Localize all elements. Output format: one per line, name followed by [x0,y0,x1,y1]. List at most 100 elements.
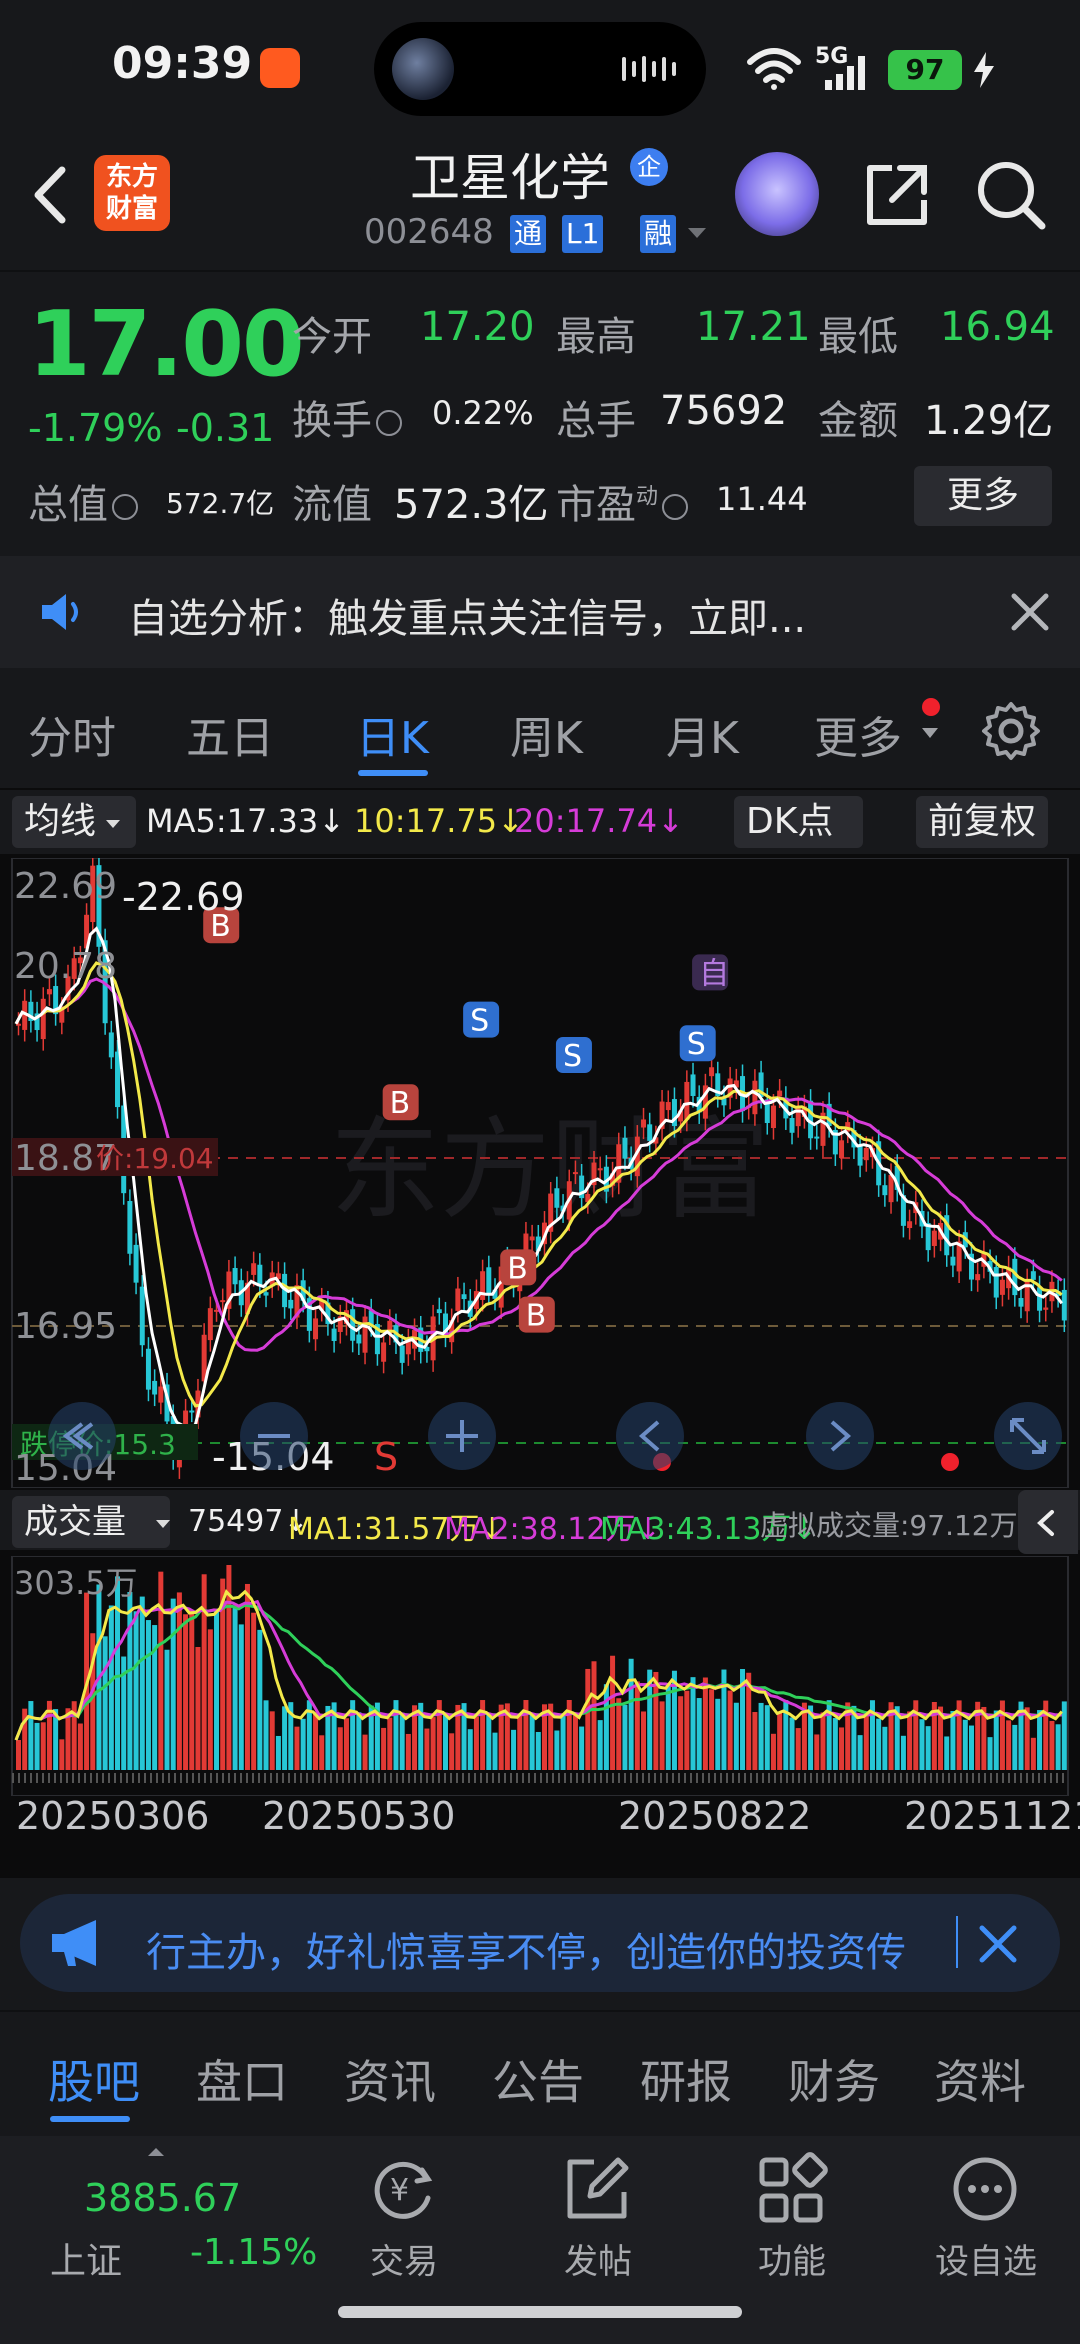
index-value[interactable]: 3885.67 [84,2176,241,2220]
share-button[interactable] [862,160,932,230]
volume-bar [925,1726,931,1770]
dropdown-arrow-icon [922,728,938,738]
gear-icon[interactable] [980,700,1042,762]
trade-icon[interactable]: ¥ [366,2152,440,2226]
volume-bar [987,1737,993,1770]
axis-label-top: 22.69 [14,866,117,907]
ma10-value: 10:17.75↓ [354,802,524,840]
volume-bar [139,1596,145,1770]
tab-five-day[interactable]: 五日 [186,702,274,766]
more-quote-button[interactable]: 更多 [914,466,1052,526]
candle-body [313,1318,319,1340]
candle-body [152,1380,158,1395]
candle-body [207,1308,213,1341]
candle-body [641,1119,647,1128]
volume-bar [424,1728,430,1770]
divider [0,270,1080,272]
open-value: 17.20 [420,304,535,350]
volume-bar [300,1718,306,1770]
level1-tag: L1 [562,215,604,253]
volume-indicator-select[interactable]: 成交量 [12,1496,170,1548]
axis-label-upper: 20.78 [14,946,117,987]
volume-bar [201,1574,207,1770]
tab-research[interactable]: 研报 [640,2046,732,2112]
apps-grid-icon[interactable] [754,2152,828,2226]
nav-post-label[interactable]: 发帖 [538,2234,658,2283]
nav-trade-label[interactable]: 交易 [344,2234,464,2283]
candle-body [709,1067,715,1077]
tab-intraday[interactable]: 分时 [28,702,116,766]
pe-value: 11.44 [716,480,808,518]
compose-icon[interactable] [560,2152,634,2226]
volume-bar [511,1729,517,1770]
scroll-left-button[interactable] [48,1402,116,1470]
total-hands-label: 总手 [556,398,636,444]
step-right-button[interactable] [806,1402,874,1470]
float-value: 572.3亿 [394,482,549,528]
adjust-mode-button[interactable]: 前复权 [916,796,1049,848]
volume-bar [1049,1720,1055,1770]
tab-news[interactable]: 资讯 [344,2046,436,2112]
pe-info-icon[interactable] [662,494,689,520]
candle-body [356,1334,362,1344]
nav-add-watchlist-label[interactable]: 设自选 [926,2234,1046,2283]
tab-financials[interactable]: 财务 [788,2046,880,2112]
volume-bar [176,1592,182,1770]
volume-bar [313,1711,319,1770]
step-left-button[interactable] [616,1402,684,1470]
back-button[interactable] [22,150,82,240]
ai-assistant-avatar[interactable] [735,152,819,236]
expand-up-icon[interactable] [146,2146,166,2158]
close-icon[interactable] [1006,588,1054,636]
volume-bar [641,1711,647,1770]
candle-body [158,1386,164,1403]
volume-bar [709,1689,715,1770]
tab-forum[interactable]: 股吧 [48,2046,140,2112]
tab-daily-k[interactable]: 日K [356,702,429,766]
index-change[interactable]: -1.15% [190,2232,317,2273]
search-button[interactable] [974,158,1048,232]
signal-letter: S [470,1004,489,1039]
candle-body [1030,1271,1036,1280]
tab-profile[interactable]: 资料 [934,2046,1026,2112]
kline-chart[interactable]: 东方财富 BBSSBBS自 22.69 20.78 18.87 价:19.04 … [0,858,1080,1488]
volume-bar [839,1727,845,1770]
mktcap-label: 总值 [28,472,142,530]
volume-bar [993,1710,999,1770]
candle-body [931,1230,937,1246]
volume-bar [257,1629,263,1770]
volume-bar [616,1698,622,1770]
turnover-label: 换手 [292,388,406,446]
promo-text[interactable]: 行主办，好礼惊喜享不停，创造你的投资传 [146,1920,936,1978]
tab-monthly-k[interactable]: 月K [666,702,739,766]
tab-order-book[interactable]: 盘口 [196,2046,288,2112]
more-dots-icon[interactable] [948,2152,1022,2226]
volume-chart[interactable]: 303.5万 [0,1556,1080,1796]
candle-body [857,1145,863,1166]
tab-more[interactable]: 更多 [814,702,902,766]
index-name[interactable]: 上证 [50,2232,122,2284]
mktcap-info-icon[interactable] [112,494,138,520]
turnover-info-icon[interactable] [376,410,402,436]
notice-text[interactable]: 自选分析：触发重点关注信号，立即... [128,586,806,644]
nav-functions-label[interactable]: 功能 [732,2234,852,2283]
volume-bar [628,1658,634,1770]
candle-body [139,1286,145,1346]
candle-body [752,1080,758,1115]
tab-announcements[interactable]: 公告 [492,2046,584,2112]
close-icon[interactable] [972,1918,1024,1970]
dk-point-button[interactable]: DK点 [734,796,864,848]
axis-label-lower: 16.95 [14,1306,117,1347]
change-percent: -1.79% [28,406,163,450]
volume-bar [622,1704,628,1770]
tags-dropdown-icon[interactable] [686,226,708,240]
tab-weekly-k[interactable]: 周K [510,702,583,766]
candle-body [127,1201,133,1254]
low-label: 最低 [818,314,898,360]
volume-bar [702,1677,708,1770]
volume-bar [832,1718,838,1770]
candle-body [1037,1287,1043,1311]
volume-bar [962,1719,968,1770]
volume-bar [1006,1720,1012,1770]
candle-body [882,1185,888,1196]
